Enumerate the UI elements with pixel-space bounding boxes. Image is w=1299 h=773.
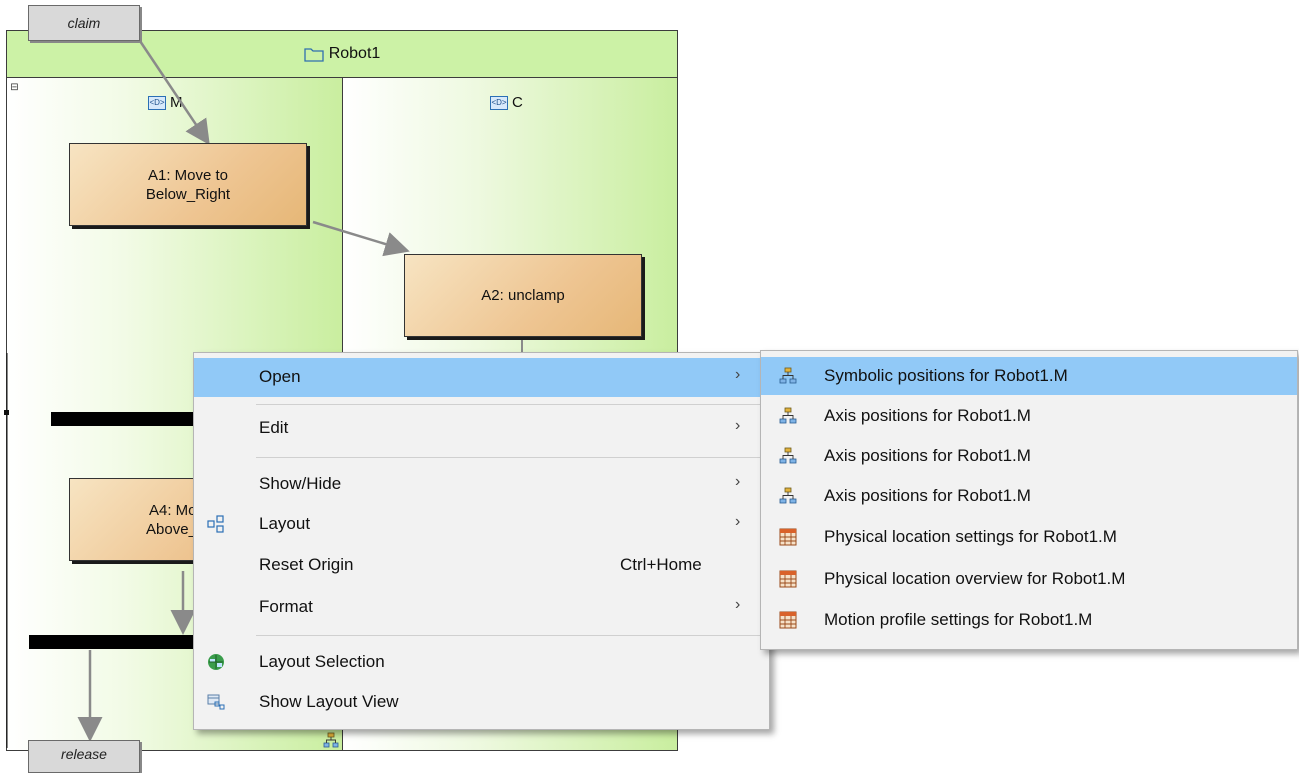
submenu-item-label: Axis positions for Robot1.M <box>824 446 1031 465</box>
menu-item-show-layout-view[interactable]: Show Layout View <box>194 683 769 722</box>
chevron-right-icon: › <box>735 513 741 530</box>
menu-item-label: Reset Origin <box>259 555 354 574</box>
submenu-item-motion-profile-settings[interactable]: Motion profile settings for Robot1.M <box>761 601 1297 639</box>
task-a1[interactable]: A1: Move to Below_Right <box>69 143 307 226</box>
claim-tag[interactable]: claim <box>28 5 140 41</box>
menu-item-show-hide[interactable]: Show/Hide › <box>194 465 769 504</box>
hierarchy-icon <box>779 447 797 464</box>
menu-item-shortcut: Ctrl+Home <box>620 555 702 574</box>
menu-item-format[interactable]: Format › <box>194 588 769 627</box>
chevron-right-icon: › <box>735 417 741 434</box>
layout-view-icon <box>207 694 225 710</box>
table-grid-icon <box>779 528 797 546</box>
submenu-item-label: Axis positions for Robot1.M <box>824 486 1031 505</box>
submenu-item-label: Physical location settings for Robot1.M <box>824 527 1117 546</box>
chevron-right-icon: › <box>735 366 741 383</box>
chevron-right-icon: › <box>735 473 741 490</box>
submenu-item-label: Physical location overview for Robot1.M <box>824 569 1126 588</box>
menu-item-label: Show/Hide <box>259 474 342 493</box>
claim-label: claim <box>67 15 101 31</box>
submenu-item-label: Symbolic positions for Robot1.M <box>824 366 1068 385</box>
submenu-item-physical-location-settings[interactable]: Physical location settings for Robot1.M <box>761 518 1297 556</box>
open-submenu: Symbolic positions for Robot1.M Axis pos… <box>760 350 1298 650</box>
submenu-item-axis-positions[interactable]: Axis positions for Robot1.M <box>761 437 1297 475</box>
release-label: release <box>61 746 107 762</box>
hierarchy-icon <box>779 367 797 384</box>
submenu-item-axis-positions[interactable]: Axis positions for Robot1.M <box>761 477 1297 515</box>
context-menu: Open › Edit › Show/Hide › Layout › Reset… <box>193 352 770 730</box>
sync-bar-top[interactable] <box>51 412 201 426</box>
submenu-item-axis-positions[interactable]: Axis positions for Robot1.M <box>761 397 1297 435</box>
menu-separator <box>256 457 764 458</box>
hierarchy-icon <box>779 407 797 424</box>
menu-item-label: Layout <box>259 514 311 533</box>
task-a2-label: A2: unclamp <box>481 287 565 304</box>
submenu-item-label: Axis positions for Robot1.M <box>824 406 1031 425</box>
menu-item-label: Show Layout View <box>259 692 399 711</box>
menu-item-layout[interactable]: Layout › <box>194 505 769 544</box>
menu-item-layout-selection[interactable]: Layout Selection <box>194 643 769 682</box>
menu-item-label: Edit <box>259 418 289 437</box>
sync-bar-bottom[interactable] <box>29 635 199 649</box>
menu-item-open[interactable]: Open › <box>194 358 769 397</box>
submenu-item-label: Motion profile settings for Robot1.M <box>824 610 1093 629</box>
layout-selection-icon <box>208 654 224 670</box>
task-a1-label: A1: Move to Below_Right <box>145 166 231 203</box>
submenu-item-symbolic-positions[interactable]: Symbolic positions for Robot1.M <box>761 357 1297 395</box>
submenu-item-physical-location-overview[interactable]: Physical location overview for Robot1.M <box>761 560 1297 598</box>
menu-item-label: Layout Selection <box>259 652 385 671</box>
menu-item-label: Format <box>259 597 313 616</box>
task-a2[interactable]: A2: unclamp <box>404 254 642 337</box>
hierarchy-icon <box>779 487 797 504</box>
table-grid-icon <box>779 611 797 629</box>
menu-separator <box>256 404 764 405</box>
table-grid-icon <box>779 570 797 588</box>
chevron-right-icon: › <box>735 596 741 613</box>
menu-item-label: Open <box>259 367 301 386</box>
menu-item-reset-origin[interactable]: Reset Origin Ctrl+Home <box>194 546 769 585</box>
release-tag[interactable]: release <box>28 740 140 773</box>
hierarchy-icon[interactable] <box>323 732 339 748</box>
menu-item-edit[interactable]: Edit › <box>194 409 769 448</box>
layout-icon <box>207 515 224 533</box>
menu-separator <box>256 635 764 636</box>
